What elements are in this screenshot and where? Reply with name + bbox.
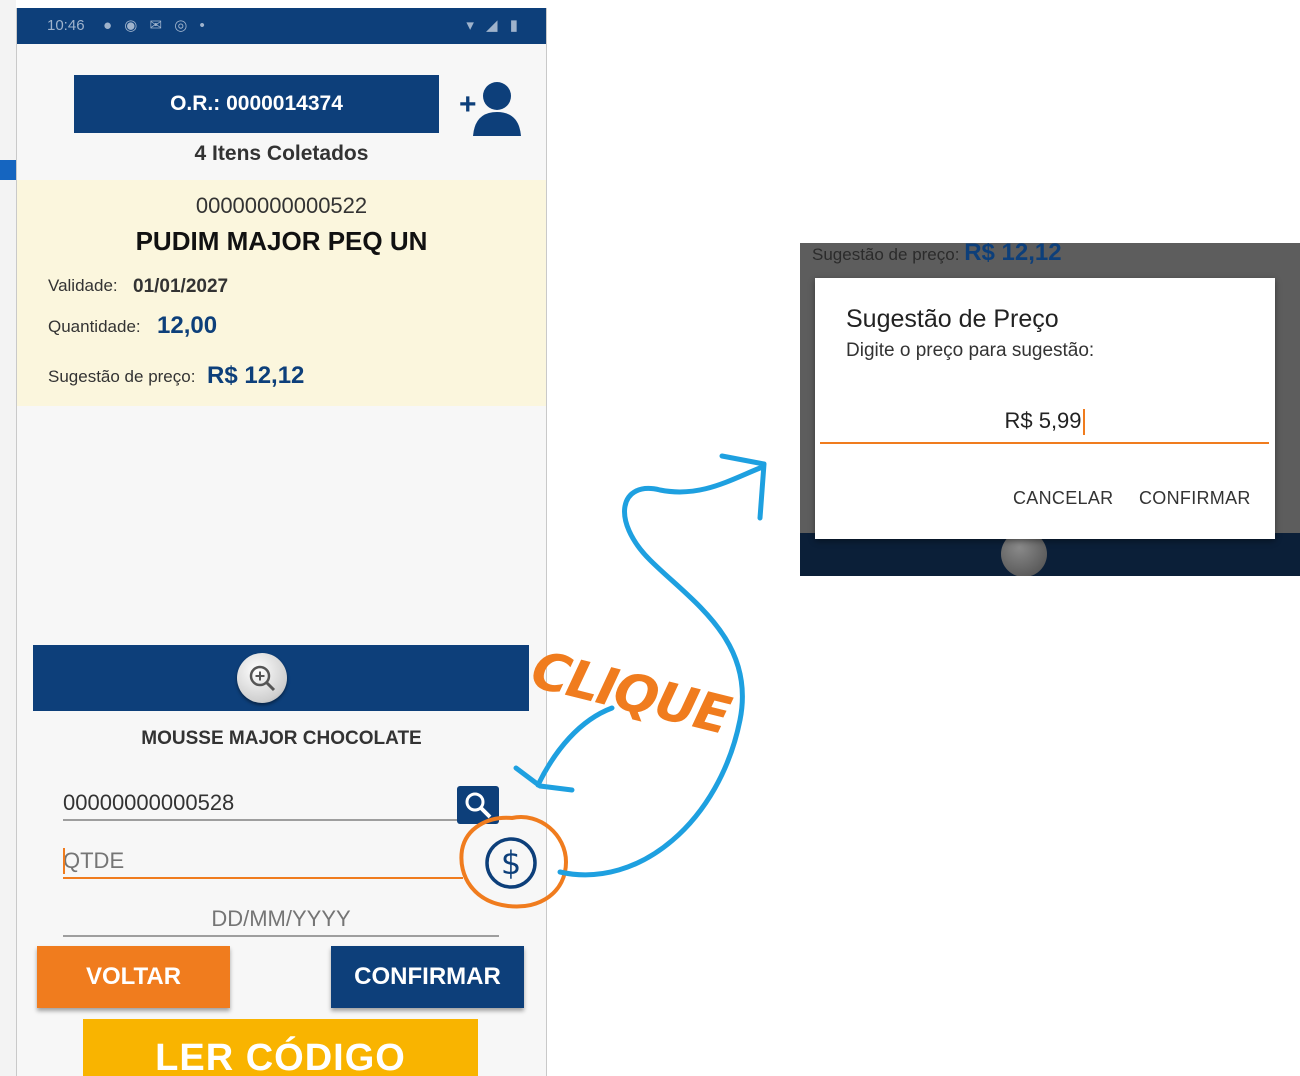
price-suggestion-dialog: Sugestão de Preço Digite o preço para su…: [815, 278, 1275, 539]
dialog-cancel-button[interactable]: CANCELAR: [1013, 488, 1113, 509]
search-button[interactable]: [457, 786, 499, 824]
flow-arrowhead: [719, 453, 767, 521]
desktop-background-strip: [0, 0, 16, 1076]
zoom-button[interactable]: [237, 653, 287, 703]
price-suggestion-button[interactable]: $: [483, 835, 539, 891]
price-suggestion-value: R$ 12,12: [207, 362, 305, 389]
dollar-icon: $: [485, 837, 537, 889]
code-input-underline: [63, 819, 458, 821]
price-suggestion-label: Sugestão de preço:: [48, 367, 196, 386]
quantity-label: Quantidade:: [48, 317, 141, 336]
price-input-value: R$ 5,99: [1004, 408, 1082, 433]
svg-text:+: +: [459, 88, 477, 121]
notification-icons: ● ◉ ✉ ◎ •: [103, 17, 209, 34]
order-header[interactable]: O.R.: 0000014374: [74, 75, 439, 133]
order-label: O.R.: 0000014374: [170, 92, 343, 115]
item-name: PUDIM MAJOR PEQ UN: [135, 226, 428, 256]
confirmar-button[interactable]: CONFIRMAR: [331, 946, 524, 1008]
ler-codigo-label: LER CÓDIGO: [155, 1037, 406, 1076]
last-item-card: 00000000000522 PUDIM MAJOR PEQ UN Valida…: [17, 180, 546, 406]
date-input-underline: [63, 935, 499, 937]
price-input-cursor: [1082, 409, 1085, 436]
voltar-label: VOLTAR: [85, 963, 182, 990]
date-input[interactable]: [63, 904, 499, 934]
add-user-icon[interactable]: +: [459, 78, 525, 138]
quantity-value: 12,00: [157, 312, 218, 339]
current-product-name: MOUSSE MAJOR CHOCOLATE: [141, 728, 422, 749]
validity-value: 01/01/2027: [133, 276, 229, 297]
dimmed-zoom-bar: [800, 533, 1300, 576]
desktop-strip-accent: [0, 160, 16, 180]
search-icon: [465, 792, 492, 819]
status-time: 10:46: [47, 17, 85, 34]
price-input-underline: [820, 442, 1269, 444]
clique-annotation: CLIQUE: [525, 640, 735, 747]
product-code-input[interactable]: [63, 788, 453, 818]
dialog-confirm-button[interactable]: CONFIRMAR: [1139, 488, 1251, 509]
confirmar-label: CONFIRMAR: [354, 963, 501, 990]
price-input[interactable]: R$ 5,99: [820, 408, 1269, 442]
price-dialog-screenshot: Sugestão de preço: R$ 12,12 Sugestão de …: [800, 243, 1300, 576]
quantity-input-underline: [63, 877, 463, 879]
dialog-subtitle: Digite o preço para sugestão:: [846, 340, 1095, 361]
dimmed-price-label: Sugestão de preço:: [812, 245, 960, 264]
dimmed-price-value: R$ 12,12: [964, 243, 1062, 266]
zoom-bar: [33, 645, 529, 711]
status-bar: 10:46 ● ◉ ✉ ◎ • ▾ ◢ ▮: [17, 8, 546, 44]
dialog-title: Sugestão de Preço: [846, 305, 1059, 333]
voltar-button[interactable]: VOLTAR: [37, 946, 230, 1008]
dimmed-price-suggestion: Sugestão de preço: R$ 12,12: [812, 243, 1062, 267]
svg-text:$: $: [501, 844, 521, 882]
signal-battery-icons: ▾ ◢ ▮: [466, 17, 522, 34]
ler-codigo-button[interactable]: LER CÓDIGO: [83, 1019, 478, 1076]
phone-screen: 10:46 ● ◉ ✉ ◎ • ▾ ◢ ▮ O.R.: 0000014374 +…: [16, 8, 547, 1076]
quantity-input-cursor: [63, 848, 65, 874]
zoom-in-icon: [249, 665, 276, 692]
item-code: 00000000000522: [195, 193, 368, 218]
validity-label: Validade:: [48, 276, 118, 295]
quantity-input[interactable]: [63, 846, 453, 876]
items-collected-count: 4 Itens Coletados: [194, 142, 369, 165]
